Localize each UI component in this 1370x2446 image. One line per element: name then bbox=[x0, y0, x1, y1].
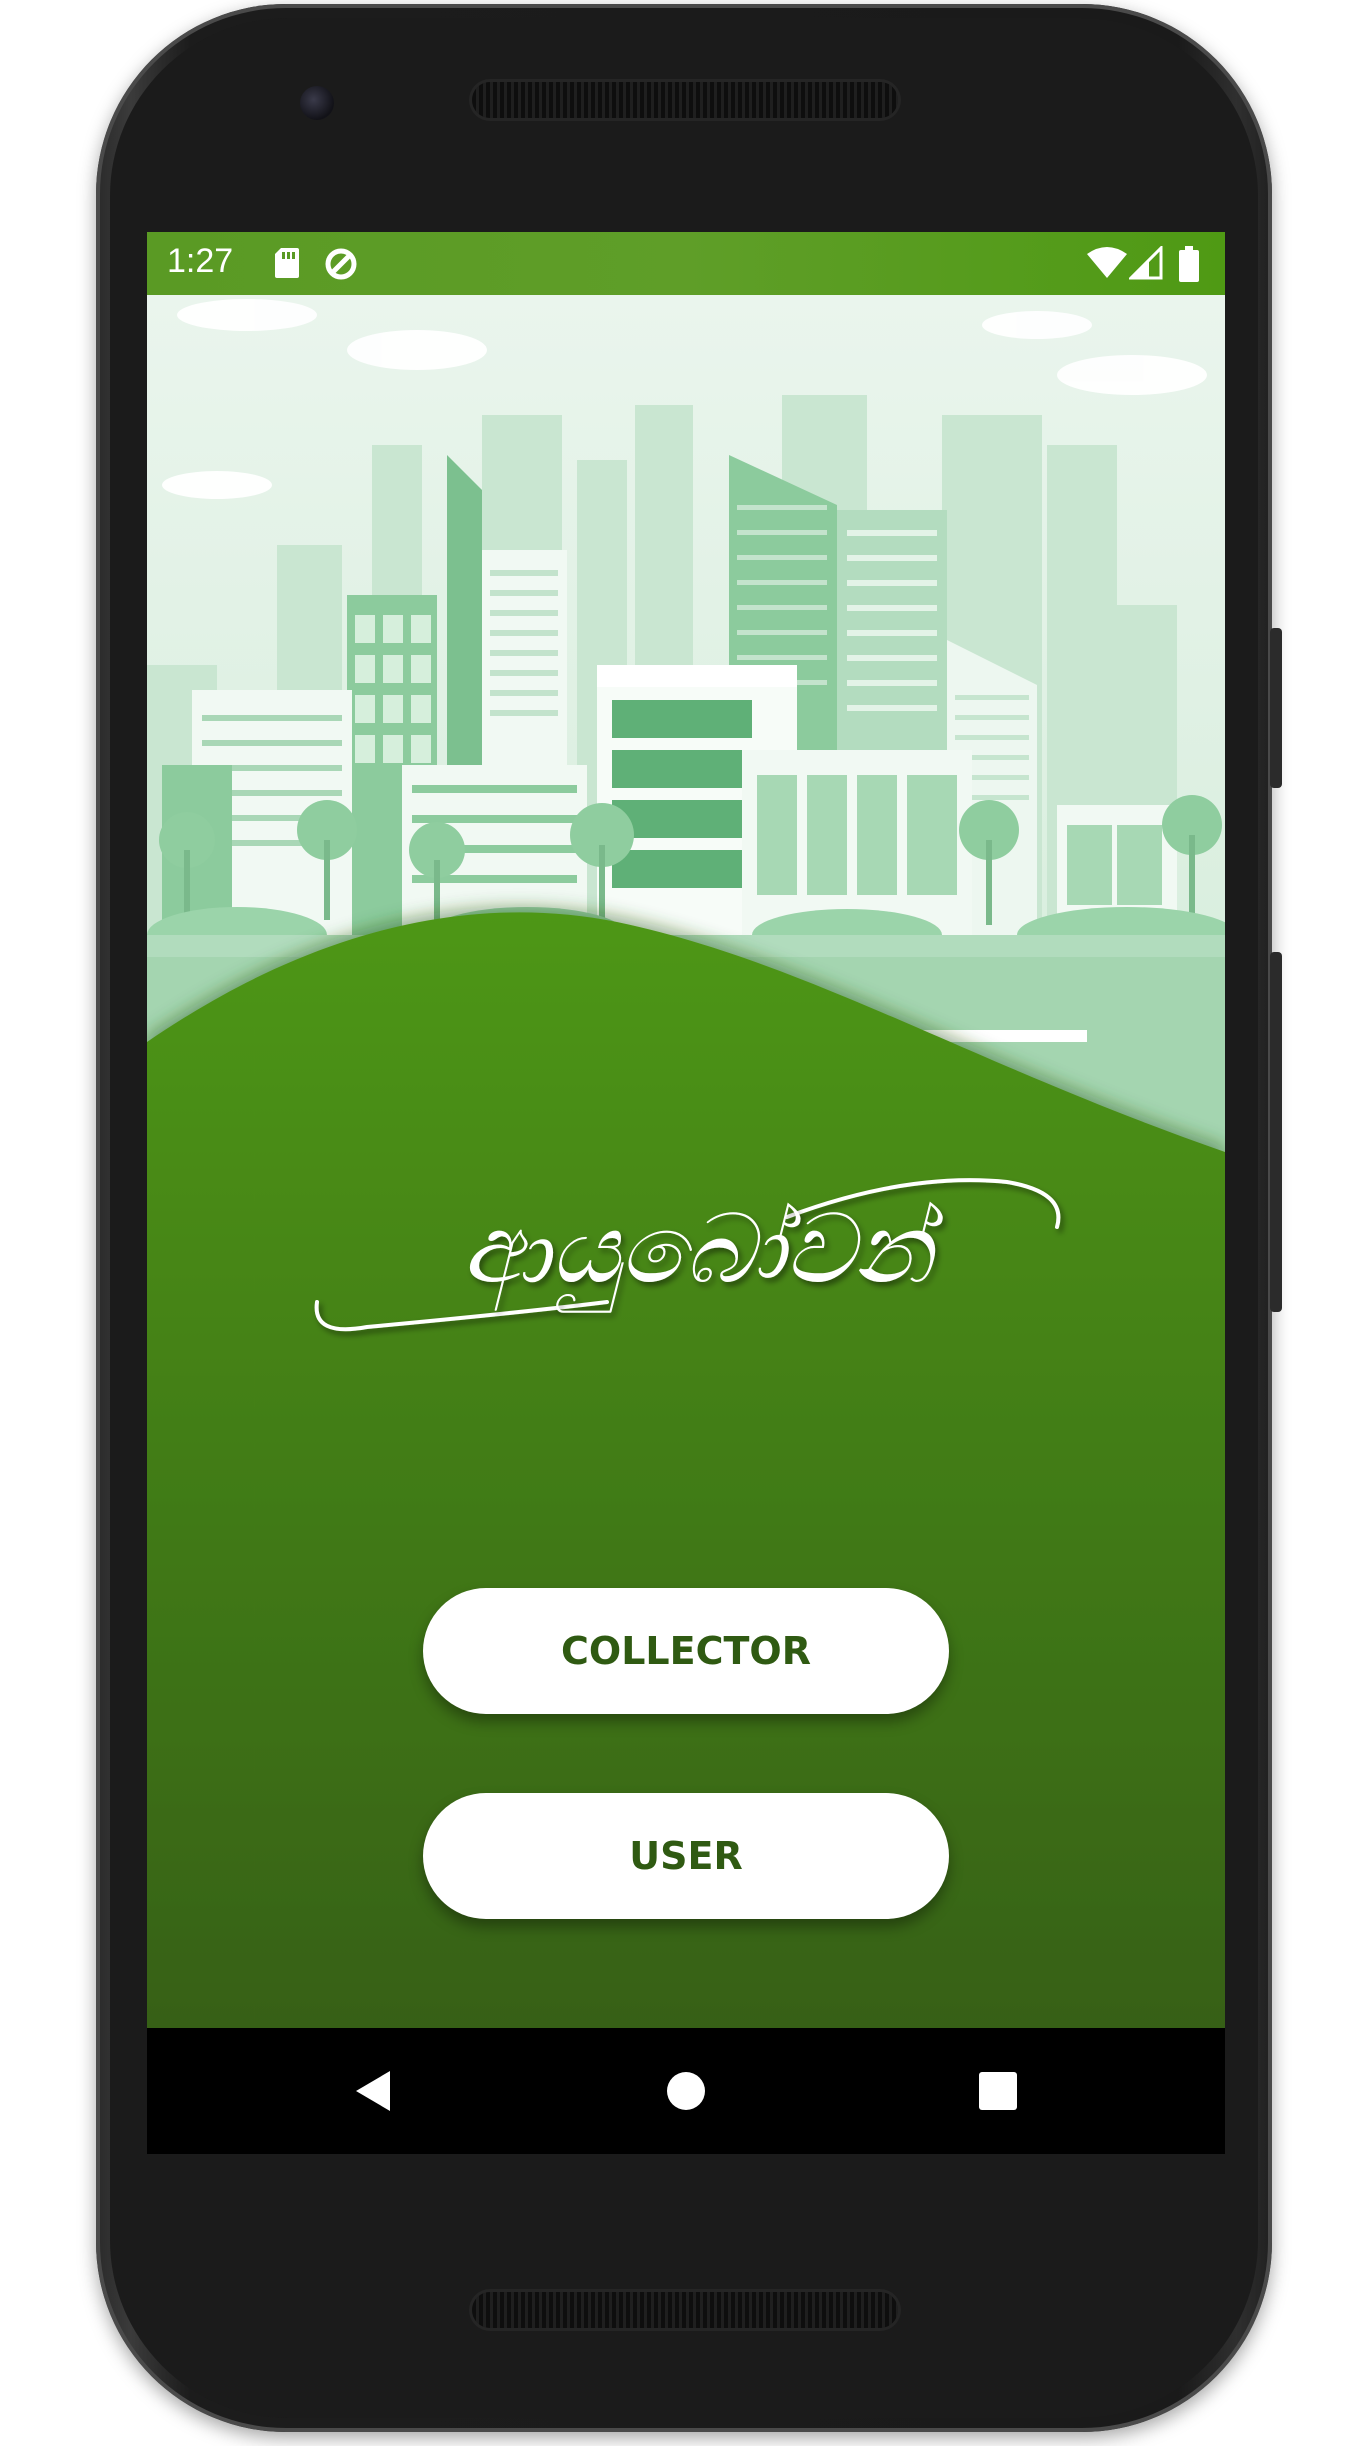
home-button[interactable] bbox=[651, 2056, 721, 2126]
battery-icon bbox=[1179, 246, 1199, 282]
power-button bbox=[1270, 628, 1282, 788]
user-button-label: USER bbox=[629, 1834, 743, 1878]
app-screen: 1:27 ආයුබෝවන් COLLECTOR USER bbox=[147, 232, 1225, 2154]
volume-button bbox=[1270, 952, 1282, 1312]
front-camera bbox=[300, 86, 334, 120]
app-logo: ආයුබෝවන් bbox=[307, 1152, 1087, 1362]
top-speaker bbox=[472, 82, 898, 118]
status-bar: 1:27 bbox=[147, 232, 1225, 295]
home-icon bbox=[667, 2072, 705, 2110]
back-icon bbox=[356, 2071, 390, 2111]
navigation-bar bbox=[147, 2028, 1225, 2154]
user-button[interactable]: USER bbox=[423, 1793, 949, 1919]
recents-icon bbox=[979, 2072, 1017, 2110]
recents-button[interactable] bbox=[963, 2056, 1033, 2126]
signal-icon bbox=[1129, 246, 1163, 280]
collector-button[interactable]: COLLECTOR bbox=[423, 1588, 949, 1714]
logo-text: ආයුබෝවන් bbox=[462, 1193, 943, 1313]
collector-button-label: COLLECTOR bbox=[561, 1629, 811, 1673]
wifi-icon bbox=[1087, 247, 1127, 278]
sd-card-icon bbox=[275, 248, 299, 278]
sync-icon bbox=[325, 248, 357, 280]
back-button[interactable] bbox=[337, 2056, 407, 2126]
logo-swash: ආයුබෝවන් bbox=[314, 1178, 1061, 1332]
bottom-speaker bbox=[472, 2292, 898, 2328]
status-time: 1:27 bbox=[167, 242, 234, 280]
